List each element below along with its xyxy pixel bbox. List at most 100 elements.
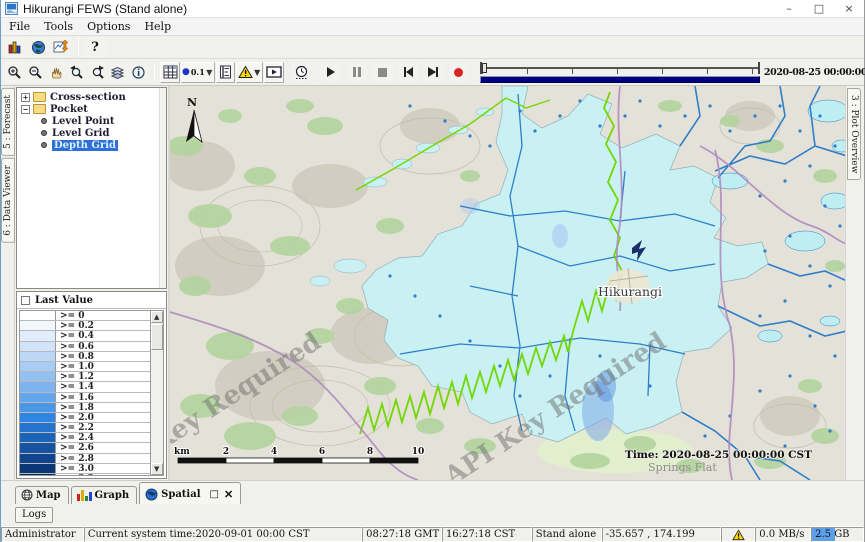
layers-button[interactable] xyxy=(108,62,128,83)
spatial-display-button[interactable] xyxy=(50,37,72,58)
legend-row: >= 0.2 xyxy=(20,321,150,331)
legend-color-swatch xyxy=(20,382,56,391)
folder-icon xyxy=(33,92,46,102)
menu-file[interactable]: File xyxy=(9,20,30,33)
map-view[interactable]: API Key Required API Key Required Hikura… xyxy=(170,86,845,480)
legend-header: Last Value xyxy=(17,292,166,309)
point-size-value: ●0.1 xyxy=(182,67,205,77)
zoom-out-button[interactable] xyxy=(26,62,46,83)
tab-graph[interactable]: Graph xyxy=(71,486,138,504)
zoom-next-icon xyxy=(90,65,105,80)
tree-scrollbar[interactable] xyxy=(159,88,166,288)
tab-close-icon[interactable]: ✕ xyxy=(224,488,233,501)
scroll-down-icon[interactable]: ▼ xyxy=(151,463,163,475)
tree-item-cross-section[interactable]: + Cross-section xyxy=(17,91,166,103)
zoom-in-button[interactable] xyxy=(5,62,25,83)
bullet-icon xyxy=(41,118,47,124)
stop-button[interactable] xyxy=(373,62,393,83)
tab-data-viewer[interactable]: 6 : Data Viewer xyxy=(1,158,15,243)
info-button[interactable] xyxy=(129,62,149,83)
legend-rows: >= 0 >= 0.2 >= 0.4 >= 0.6 >= 0.8 xyxy=(20,311,150,475)
zoom-previous-button[interactable] xyxy=(67,62,87,83)
app-icon xyxy=(5,2,18,15)
logs-button[interactable]: Logs xyxy=(15,507,53,523)
time-slider[interactable] xyxy=(480,62,760,83)
animation-button[interactable] xyxy=(264,62,284,83)
pan-button[interactable] xyxy=(46,62,66,83)
menu-bar: File Tools Options Help xyxy=(1,18,864,36)
last-value-checkbox[interactable] xyxy=(21,296,30,305)
help-button[interactable]: ? xyxy=(84,37,106,58)
explorer-icon[interactable] xyxy=(4,37,26,58)
legend-row: >= 2.8 xyxy=(20,454,150,464)
timer-button[interactable] xyxy=(292,62,312,83)
point-size-selector[interactable]: ●0.1 ▼ xyxy=(181,62,215,83)
menu-options[interactable]: Options xyxy=(87,20,130,33)
legend-scrollbar[interactable]: ▲ ▼ xyxy=(150,311,163,475)
legend-value-label: >= 0.6 xyxy=(56,342,150,351)
legend-value-label: >= 2.2 xyxy=(56,423,150,432)
step-forward-button[interactable] xyxy=(423,62,443,83)
tree-item-pocket[interactable]: − Pocket xyxy=(17,103,166,115)
point-dot-icon: ● xyxy=(182,67,190,77)
map-time-label: Time: 2020-08-25 00:00:00 CST xyxy=(625,449,812,461)
warnings-button[interactable]: ▼ xyxy=(236,62,263,83)
town-label: Hikurangi xyxy=(598,284,662,299)
tree-item-label: Pocket xyxy=(50,104,88,115)
tree-item-level-point[interactable]: Level Point xyxy=(17,115,166,127)
svg-text:N: N xyxy=(187,96,197,109)
menu-help[interactable]: Help xyxy=(144,20,171,33)
legend-row: >= 1.0 xyxy=(20,362,150,372)
legend-row: >= 3.0 xyxy=(20,464,150,474)
step-back-button[interactable] xyxy=(399,62,419,83)
scroll-up-icon[interactable]: ▲ xyxy=(151,311,163,323)
expander-icon[interactable]: − xyxy=(21,105,30,114)
legend-color-swatch xyxy=(20,403,56,412)
time-slider-thumb[interactable] xyxy=(482,63,487,73)
tab-spatial[interactable]: Spatial □ ✕ xyxy=(139,482,241,504)
legend-value-label: >= 3.2 xyxy=(56,474,150,475)
legend-color-swatch xyxy=(20,311,56,320)
warning-icon xyxy=(238,65,253,79)
map-toolbar: ●0.1 ▼ ▼ xyxy=(1,58,864,86)
grid-display-button[interactable] xyxy=(160,62,180,83)
map-display-button[interactable] xyxy=(27,37,49,58)
legend-row: >= 0.8 xyxy=(20,352,150,362)
tab-forecast[interactable]: 5 : Forecast xyxy=(1,88,15,156)
legend-color-swatch xyxy=(20,352,56,361)
tab-map-label: Map xyxy=(36,490,61,501)
tab-plot-overview[interactable]: 3 : Plot Overview xyxy=(847,88,861,180)
tab-spatial-label: Spatial xyxy=(161,489,200,500)
hand-icon xyxy=(49,65,64,80)
svg-text:6: 6 xyxy=(319,447,325,457)
labels-toggle-button[interactable] xyxy=(216,62,236,83)
bullet-icon xyxy=(41,130,47,136)
play-button[interactable] xyxy=(321,62,341,83)
stop-icon xyxy=(378,68,387,77)
legend-color-swatch xyxy=(20,454,56,463)
last-value-label: Last Value xyxy=(35,295,93,306)
pause-icon xyxy=(353,67,361,77)
window-title: Hikurangi FEWS (Stand alone) xyxy=(23,2,774,16)
legend-color-swatch xyxy=(20,372,56,381)
scroll-thumb[interactable] xyxy=(151,324,163,350)
maximize-button[interactable]: □ xyxy=(804,0,834,18)
tab-maximize-icon[interactable]: □ xyxy=(210,489,219,500)
legend-row: >= 1.4 xyxy=(20,382,150,392)
expander-icon[interactable]: + xyxy=(21,93,30,102)
tree-item-label-selected: Depth Grid xyxy=(52,140,118,151)
close-button[interactable]: × xyxy=(834,0,864,18)
bar-chart-icon xyxy=(7,39,23,55)
pause-button[interactable] xyxy=(347,62,367,83)
minimize-button[interactable]: – xyxy=(774,0,804,18)
movie-icon xyxy=(266,65,282,79)
record-button[interactable] xyxy=(449,62,469,83)
status-warning[interactable] xyxy=(721,527,755,542)
tree-item-depth-grid[interactable]: Depth Grid xyxy=(17,139,166,151)
zoom-next-button[interactable] xyxy=(88,62,108,83)
tab-map[interactable]: Map xyxy=(15,486,69,504)
legend-value-label: >= 0.4 xyxy=(56,331,150,340)
record-icon xyxy=(454,68,463,77)
tree-item-level-grid[interactable]: Level Grid xyxy=(17,127,166,139)
menu-tools[interactable]: Tools xyxy=(44,20,73,33)
